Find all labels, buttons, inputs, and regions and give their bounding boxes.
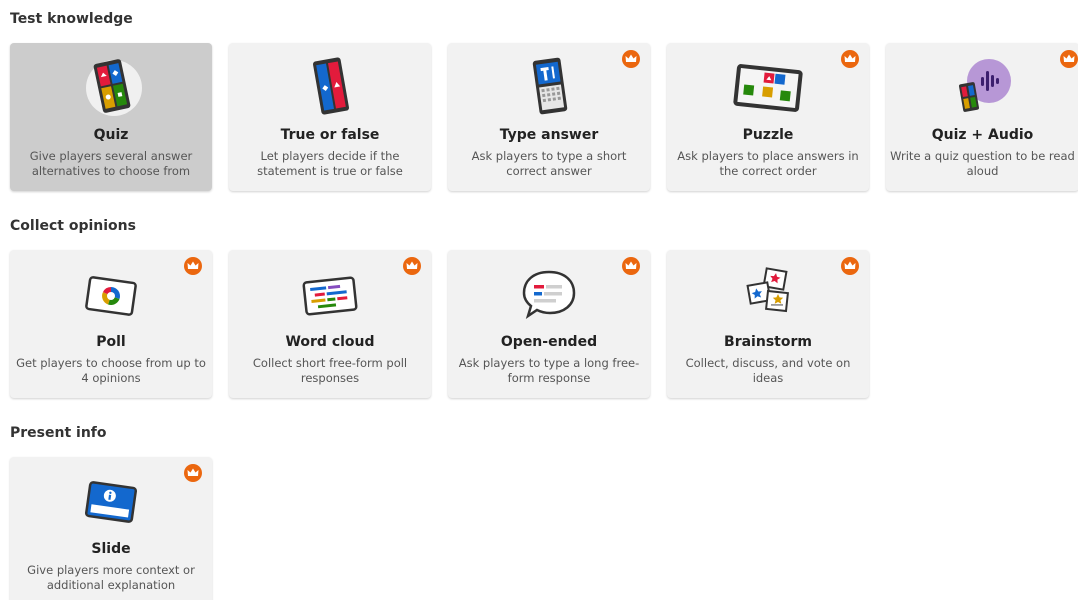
section-title-collect-opinions: Collect opinions [10, 218, 136, 234]
card-label: Poll [96, 334, 126, 350]
question-type-word-cloud[interactable]: Word cloud Collect short free-form poll … [229, 250, 431, 398]
quiz-icon [10, 51, 212, 125]
brainstorm-icon [667, 258, 869, 332]
card-label: Quiz + Audio [931, 127, 1034, 143]
collect-opinions-row: Poll Get players to choose from up to 4 … [10, 250, 869, 398]
card-label: Word cloud [285, 334, 375, 350]
card-description: Collect, discuss, and vote on ideas [685, 356, 851, 385]
card-description: Ask players to place answers in the corr… [677, 149, 859, 178]
card-description: Give players several answer alternatives… [29, 149, 193, 178]
card-label: Type answer [499, 127, 599, 143]
question-type-type-answer[interactable]: Type answer Ask players to type a short … [448, 43, 650, 191]
quiz-audio-icon [886, 51, 1078, 125]
card-label: True or false [280, 127, 380, 143]
test-knowledge-row: Quiz Give players several answer alterna… [10, 43, 1078, 191]
question-type-quiz[interactable]: Quiz Give players several answer alterna… [10, 43, 212, 191]
question-type-poll[interactable]: Poll Get players to choose from up to 4 … [10, 250, 212, 398]
card-description: Give players more context or additional … [27, 563, 195, 592]
card-description: Let players decide if the statement is t… [257, 149, 403, 178]
open-ended-icon [448, 258, 650, 332]
puzzle-icon [667, 51, 869, 125]
card-label: Slide [91, 541, 131, 557]
question-type-brainstorm[interactable]: Brainstorm Collect, discuss, and vote on… [667, 250, 869, 398]
section-title-present-info: Present info [10, 425, 107, 441]
question-type-slide[interactable]: Slide Give players more context or addit… [10, 457, 212, 600]
slide-icon [10, 465, 212, 539]
card-description: Collect short free-form poll responses [252, 356, 408, 385]
question-type-puzzle[interactable]: Puzzle Ask players to place answers in t… [667, 43, 869, 191]
true-false-icon [229, 51, 431, 125]
word-cloud-icon [229, 258, 431, 332]
card-label: Puzzle [742, 127, 794, 143]
question-type-quiz-audio[interactable]: Quiz + Audio Write a quiz question to be… [886, 43, 1078, 191]
question-type-true-or-false[interactable]: True or false Let players decide if the … [229, 43, 431, 191]
card-description: Ask players to type a short correct answ… [471, 149, 627, 178]
card-description: Get players to choose from up to 4 opini… [16, 356, 206, 385]
card-label: Open-ended [500, 334, 598, 350]
card-label: Quiz [93, 127, 129, 143]
card-description: Write a quiz question to be read aloud [890, 149, 1075, 178]
poll-icon [10, 258, 212, 332]
question-type-open-ended[interactable]: Open-ended Ask players to type a long fr… [448, 250, 650, 398]
type-answer-icon [448, 51, 650, 125]
section-title-test-knowledge: Test knowledge [10, 11, 133, 27]
card-label: Brainstorm [724, 334, 812, 350]
present-info-row: Slide Give players more context or addit… [10, 457, 212, 600]
card-description: Ask players to type a long free-form res… [458, 356, 640, 385]
